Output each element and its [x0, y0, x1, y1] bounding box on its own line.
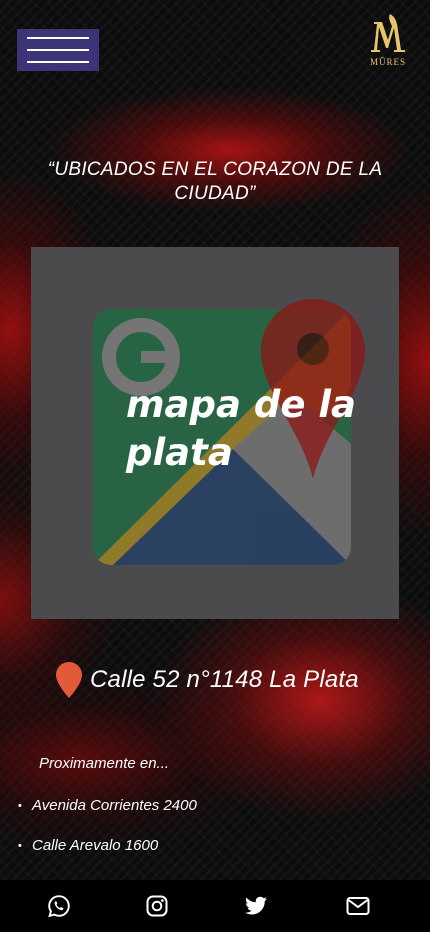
map-link[interactable]: mapa de la plata — [31, 247, 399, 619]
location-text: Calle Arevalo 1600 — [32, 837, 159, 854]
menu-line — [27, 37, 89, 39]
twitter-icon[interactable] — [244, 894, 268, 918]
location-pin-icon — [56, 662, 82, 698]
bullet: • — [18, 800, 22, 812]
address-text: Calle 52 n°1148 La Plata — [90, 666, 359, 693]
menu-line — [27, 61, 89, 63]
upcoming-locations-list: • Avenida Corrientes 2400 • Calle Areval… — [18, 794, 197, 874]
list-item: • Calle Arevalo 1600 — [18, 834, 197, 874]
email-icon[interactable] — [346, 894, 370, 918]
brand-logo[interactable]: MÛRES — [362, 12, 414, 70]
bullet: • — [18, 840, 22, 852]
menu-line — [27, 49, 89, 51]
logo-m-icon — [371, 14, 405, 52]
page-tagline: “UBICADOS EN EL CORAZON DE LA CIUDAD” — [47, 159, 383, 204]
map-label: mapa de la plata — [126, 383, 356, 474]
instagram-icon[interactable] — [145, 894, 169, 918]
list-item: • Avenida Corrientes 2400 — [18, 794, 197, 834]
menu-button[interactable] — [17, 29, 99, 71]
address[interactable]: Calle 52 n°1148 La Plata — [56, 660, 359, 700]
coming-soon-heading: Proximamente en... — [39, 755, 170, 772]
logo-text: MÛRES — [369, 57, 406, 67]
social-bar — [0, 880, 430, 932]
location-text: Avenida Corrientes 2400 — [32, 797, 197, 814]
whatsapp-icon[interactable] — [47, 894, 71, 918]
